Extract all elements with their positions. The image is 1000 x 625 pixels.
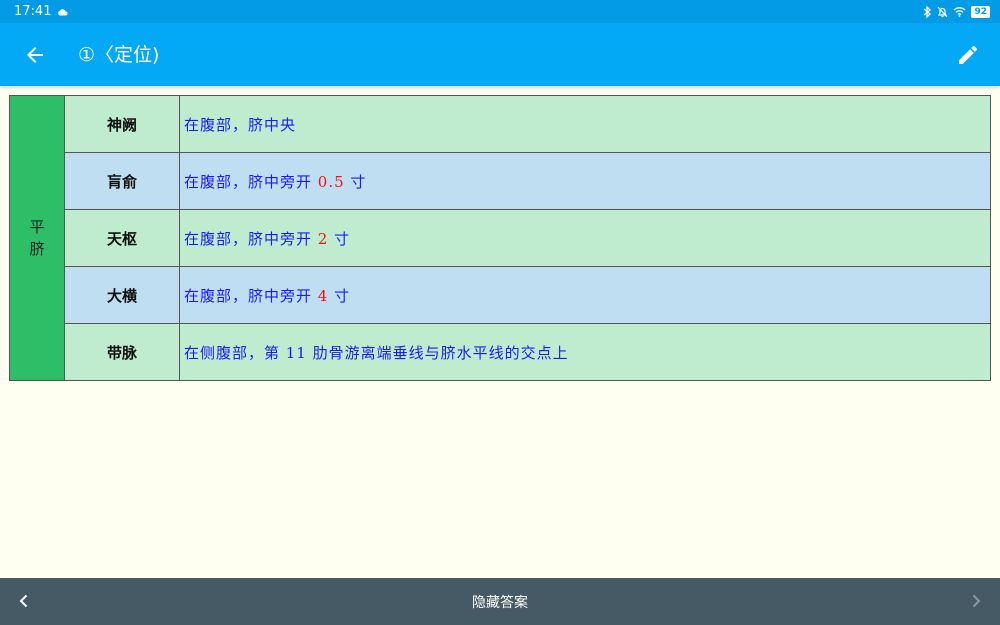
status-bar: 17:41 92 bbox=[0, 0, 1000, 23]
acupoint-location: 在腹部，脐中旁开 2 寸 bbox=[179, 209, 991, 267]
location-text: 在侧腹部，第 11 肋骨游离端垂线与脐水平线的交点上 bbox=[184, 343, 569, 362]
location-unit: 寸 bbox=[328, 286, 351, 305]
table-row: 天枢 在腹部，脐中旁开 2 寸 bbox=[10, 209, 991, 267]
acupoint-location: 在腹部，脐中央 bbox=[179, 95, 991, 153]
location-unit: 寸 bbox=[344, 172, 367, 191]
bottom-bar: 隐藏答案 bbox=[0, 578, 1000, 625]
acupoint-location: 在侧腹部，第 11 肋骨游离端垂线与脐水平线的交点上 bbox=[179, 323, 991, 381]
page-title: ①〈定位) bbox=[78, 44, 160, 66]
battery-level: 92 bbox=[971, 5, 990, 18]
table-row: 大横 在腹部，脐中旁开 4 寸 bbox=[10, 266, 991, 324]
location-unit: 寸 bbox=[328, 229, 351, 248]
acupoint-location: 在腹部，脐中旁开 4 寸 bbox=[179, 266, 991, 324]
acupoint-name: 带脉 bbox=[64, 323, 180, 381]
location-text: 在腹部，脐中旁开 bbox=[184, 286, 318, 305]
group-label-line2: 脐 bbox=[29, 240, 45, 258]
wifi-icon bbox=[954, 7, 966, 17]
group-label-line1: 平 bbox=[29, 218, 45, 236]
acupoint-name: 天枢 bbox=[64, 209, 180, 267]
table-row: 带脉 在侧腹部，第 11 肋骨游离端垂线与脐水平线的交点上 bbox=[10, 323, 991, 381]
arrow-back-icon[interactable] bbox=[22, 43, 48, 67]
table-row: 平 脐 神阙 在腹部，脐中央 bbox=[9, 95, 991, 381]
acupoint-name: 大横 bbox=[64, 266, 180, 324]
location-number: 0.5 bbox=[317, 172, 345, 191]
acupoint-name: 神阙 bbox=[64, 95, 180, 153]
acupoint-table: 平 脐 神阙 在腹部，脐中央 肓俞 在腹部，脐中旁开 0.5 寸 天枢 在腹部，… bbox=[9, 95, 991, 381]
location-number: 4 bbox=[317, 286, 329, 305]
table-row: 肓俞 在腹部，脐中旁开 0.5 寸 bbox=[10, 152, 991, 210]
hide-answer-button[interactable]: 隐藏答案 bbox=[0, 592, 1000, 612]
status-time: 17:41 bbox=[14, 4, 52, 19]
location-text: 在腹部，脐中央 bbox=[184, 115, 297, 134]
group-label-cell: 平 脐 bbox=[9, 95, 65, 381]
cloud-icon bbox=[58, 8, 68, 15]
location-text: 在腹部，脐中旁开 bbox=[184, 172, 318, 191]
acupoint-name: 肓俞 bbox=[64, 152, 180, 210]
bell-off-icon bbox=[938, 6, 948, 17]
pencil-icon[interactable] bbox=[956, 43, 980, 67]
acupoint-location: 在腹部，脐中旁开 0.5 寸 bbox=[179, 152, 991, 210]
location-number: 2 bbox=[317, 229, 329, 248]
bluetooth-icon bbox=[924, 5, 932, 18]
chevron-right-icon[interactable] bbox=[968, 593, 984, 609]
app-bar: ①〈定位) bbox=[0, 23, 1000, 86]
location-text: 在腹部，脐中旁开 bbox=[184, 229, 318, 248]
